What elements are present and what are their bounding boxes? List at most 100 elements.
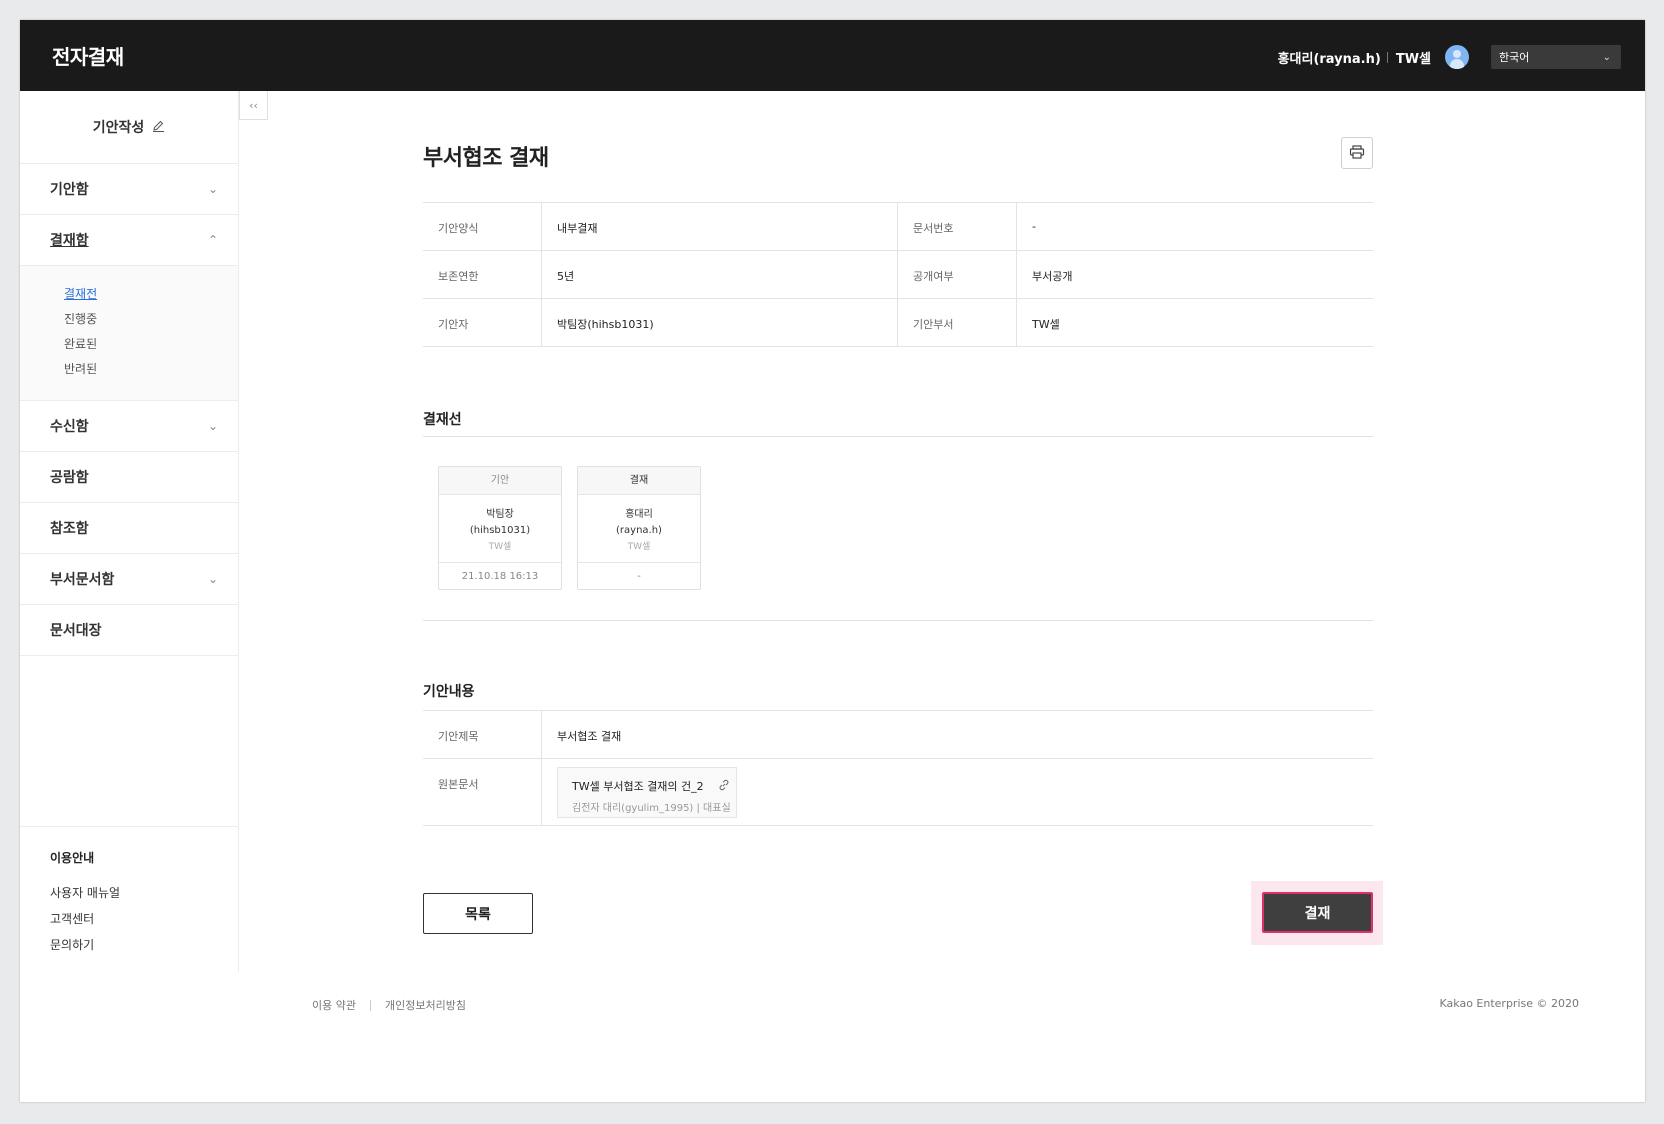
compose-label: 기안작성: [92, 120, 145, 136]
copyright: Kakao Enterprise © 2020: [1439, 997, 1579, 1010]
field-label: 기안부서: [898, 299, 1017, 346]
sidebar-item-label: 공람함: [50, 470, 89, 486]
footer-links: 이용 약관 개인정보처리방침: [312, 997, 466, 1013]
sidebar-item-approval[interactable]: 결재함 ⌃: [20, 215, 238, 266]
app-title[interactable]: 전자결재: [52, 41, 124, 70]
approver-card: 기안 박팀장 (hihsb1031) TW셀 21.10.18 16:13: [438, 466, 562, 590]
approval-line-title: 결재선: [423, 412, 462, 428]
sidebar-item-label: 참조함: [50, 521, 89, 537]
chevron-down-icon: ⌄: [1602, 51, 1611, 63]
help-link-inquiry[interactable]: 문의하기: [50, 932, 238, 958]
table-row: 보존연한 5년 공개여부 부서공개: [423, 251, 1373, 299]
link-icon: [718, 779, 730, 794]
compose-button[interactable]: 기안작성: [20, 91, 238, 164]
submenu-item-in-progress[interactable]: 진행중: [64, 307, 238, 332]
field-value: 부서공개: [1032, 270, 1073, 283]
print-button[interactable]: [1341, 137, 1373, 169]
approver-role: 결재: [578, 467, 700, 495]
page-title: 부서협조 결재: [423, 146, 549, 171]
double-chevron-left-icon: ‹‹: [249, 98, 258, 112]
privacy-link[interactable]: 개인정보처리방침: [385, 997, 466, 1013]
approver-id: (rayna.h): [616, 525, 662, 536]
sidebar-item-label: 결재함: [50, 233, 89, 249]
sidebar-item-inbox[interactable]: 수신함 ⌄: [20, 401, 238, 452]
field-value: 내부결재: [542, 203, 898, 250]
sidebar-item-dept-docs[interactable]: 부서문서함 ⌄: [20, 554, 238, 605]
terms-link[interactable]: 이용 약관: [312, 997, 356, 1013]
footer-divider: [369, 999, 371, 1011]
draft-content-table: 기안제목 부서협조 결재 원본문서 TW셀 부서협조 결재의 건_2 김전자 대…: [423, 710, 1373, 826]
chevron-down-icon: ⌄: [207, 572, 218, 586]
sidebar-item-doc-ledger[interactable]: 문서대장: [20, 605, 238, 656]
table-row: 기안자 박팀장(hihsb1031) 기안부서 TW셀: [423, 299, 1373, 347]
approver-team: TW셀: [488, 542, 512, 552]
language-select[interactable]: 한국어 ⌄: [1491, 45, 1621, 69]
collapse-sidebar-button[interactable]: ‹‹: [239, 91, 268, 120]
pencil-icon: [152, 119, 165, 136]
approve-button[interactable]: 결재: [1262, 892, 1373, 933]
sidebar: 기안작성 기안함 ⌄ 결재함 ⌃ 결재전 진행중 완료된 반려된 수신함 ⌄ 공…: [20, 91, 239, 972]
help-link-support[interactable]: 고객센터: [50, 906, 238, 932]
help-title: 이용안내: [50, 851, 95, 865]
field-label: 기안제목: [423, 711, 542, 758]
approver-name: 박팀장: [486, 509, 514, 520]
submenu-item-completed[interactable]: 완료된: [64, 332, 238, 357]
app-window: 전자결재 홍대리(rayna.h) TW셀 한국어 ⌄ 기안작성 기안함 ⌄ 결…: [20, 20, 1645, 1102]
chevron-down-icon: ⌄: [207, 182, 218, 196]
language-select-value: 한국어: [1499, 51, 1530, 64]
submenu-item-pending[interactable]: 결재전: [64, 282, 238, 307]
user-team: TW셀: [1395, 51, 1431, 67]
help-section: 이용안내 사용자 매뉴얼 고객센터 문의하기: [20, 826, 238, 958]
field-label: 원본문서: [423, 759, 542, 825]
sidebar-item-drafts[interactable]: 기안함 ⌄: [20, 164, 238, 215]
table-row: 기안제목 부서협조 결재: [423, 711, 1373, 759]
chevron-up-icon: ⌃: [207, 233, 218, 247]
table-row: 원본문서 TW셀 부서협조 결재의 건_2 김전자 대리(gyulim_1995…: [423, 759, 1373, 826]
divider: [423, 436, 1373, 437]
divider: [423, 620, 1373, 621]
user-name: 홍대리(rayna.h): [1277, 51, 1381, 67]
approve-button-highlight: 결재: [1251, 881, 1383, 945]
field-value: 5년: [542, 251, 898, 298]
field-value: -: [1032, 220, 1036, 233]
approver-id: (hihsb1031): [469, 525, 531, 536]
sidebar-item-label: 문서대장: [50, 623, 102, 639]
printer-icon: [1349, 144, 1365, 163]
approver-date: 21.10.18 16:13: [439, 562, 561, 589]
field-value: 부서협조 결재: [557, 730, 622, 743]
footer: 이용 약관 개인정보처리방침 Kakao Enterprise © 2020: [20, 972, 1645, 1032]
field-label: 기안자: [423, 299, 542, 346]
field-value: 박팀장(hihsb1031): [542, 299, 898, 346]
sidebar-item-label: 기안함: [50, 182, 89, 198]
submenu-item-rejected[interactable]: 반려된: [64, 357, 238, 382]
original-document-link[interactable]: TW셀 부서협조 결재의 건_2 김전자 대리(gyulim_1995) | 대…: [557, 767, 737, 818]
top-header: 전자결재 홍대리(rayna.h) TW셀 한국어 ⌄: [20, 20, 1645, 91]
chevron-down-icon: ⌄: [207, 419, 218, 433]
help-link-manual[interactable]: 사용자 매뉴얼: [50, 880, 238, 906]
user-area: 홍대리(rayna.h) TW셀 한국어 ⌄: [1278, 44, 1621, 70]
approver-name: 홍대리: [625, 509, 653, 520]
document-info-table: 기안양식 내부결재 문서번호 - 보존연한 5년 공개여부 부서공개 기안자 박…: [423, 202, 1373, 347]
original-doc-title: TW셀 부서협조 결재의 건_2: [572, 780, 704, 793]
approval-submenu: 결재전 진행중 완료된 반려된: [20, 266, 238, 401]
avatar[interactable]: [1445, 45, 1469, 69]
sidebar-item-label: 수신함: [50, 419, 89, 435]
approver-role: 기안: [439, 467, 561, 495]
sidebar-item-label: 부서문서함: [50, 572, 115, 588]
field-label: 보존연한: [423, 251, 542, 298]
field-label: 문서번호: [898, 203, 1017, 250]
field-value: TW셀: [1032, 318, 1060, 331]
original-doc-meta: 김전자 대리(gyulim_1995) | 대표실: [572, 803, 731, 814]
approver-date: -: [578, 562, 700, 589]
sidebar-item-reference[interactable]: 참조함: [20, 503, 238, 554]
list-button[interactable]: 목록: [423, 893, 533, 934]
table-row: 기안양식 내부결재 문서번호 -: [423, 203, 1373, 251]
field-label: 기안양식: [423, 203, 542, 250]
approver-team: TW셀: [627, 542, 651, 552]
sidebar-item-circulation[interactable]: 공람함: [20, 452, 238, 503]
field-label: 공개여부: [898, 251, 1017, 298]
draft-content-title: 기안내용: [423, 684, 475, 700]
original-doc-title-row: TW셀 부서협조 결재의 건_2: [572, 778, 736, 794]
user-divider: [1386, 51, 1388, 63]
approver-card: 결재 홍대리 (rayna.h) TW셀 -: [577, 466, 701, 590]
